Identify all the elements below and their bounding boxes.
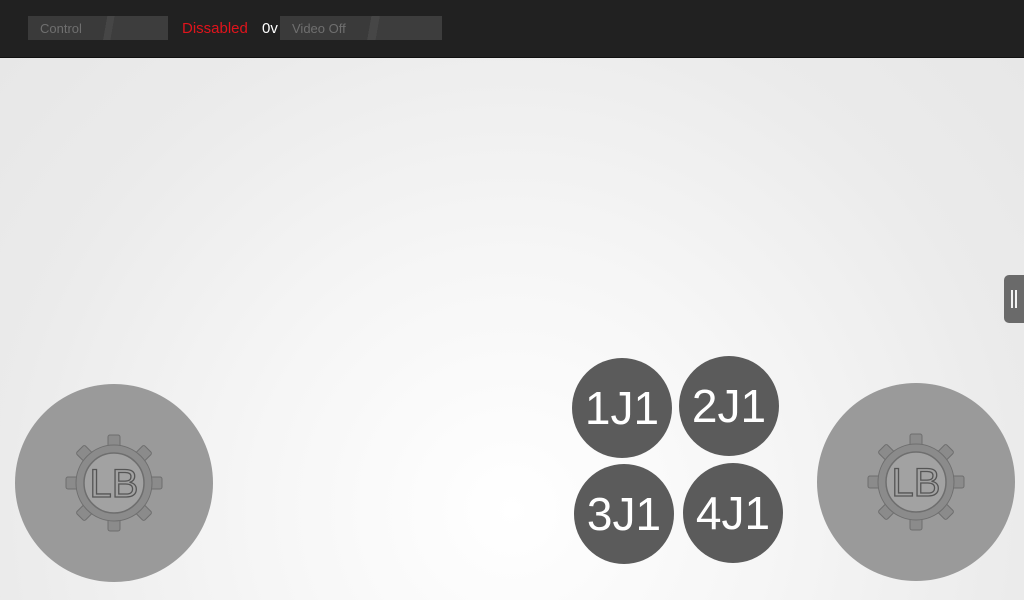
grip-line-icon	[1015, 290, 1017, 308]
video-toggle-button[interactable]: Video Off	[280, 16, 442, 40]
left-joystick[interactable]: LB	[15, 384, 213, 582]
right-joystick[interactable]: LB	[817, 383, 1015, 581]
button-3j1[interactable]: 3J1	[574, 464, 674, 564]
button-2j1[interactable]: 2J1	[679, 356, 779, 456]
button-1j1[interactable]: 1J1	[572, 358, 672, 458]
robot-status-text: Dissabled	[182, 20, 248, 37]
battery-voltage-text: 0v	[262, 20, 278, 37]
logo-text: LB	[90, 462, 139, 506]
gear-logo-icon: LB	[867, 433, 965, 531]
top-toolbar: Control Dissabled 0v Video Off	[0, 0, 1024, 58]
control-button[interactable]: Control	[28, 16, 168, 40]
logo-text: LB	[892, 461, 941, 505]
grip-line-icon	[1011, 290, 1013, 308]
button-4j1[interactable]: 4J1	[683, 463, 783, 563]
gear-logo-icon: LB	[65, 434, 163, 532]
side-drawer-handle[interactable]	[1004, 275, 1024, 323]
